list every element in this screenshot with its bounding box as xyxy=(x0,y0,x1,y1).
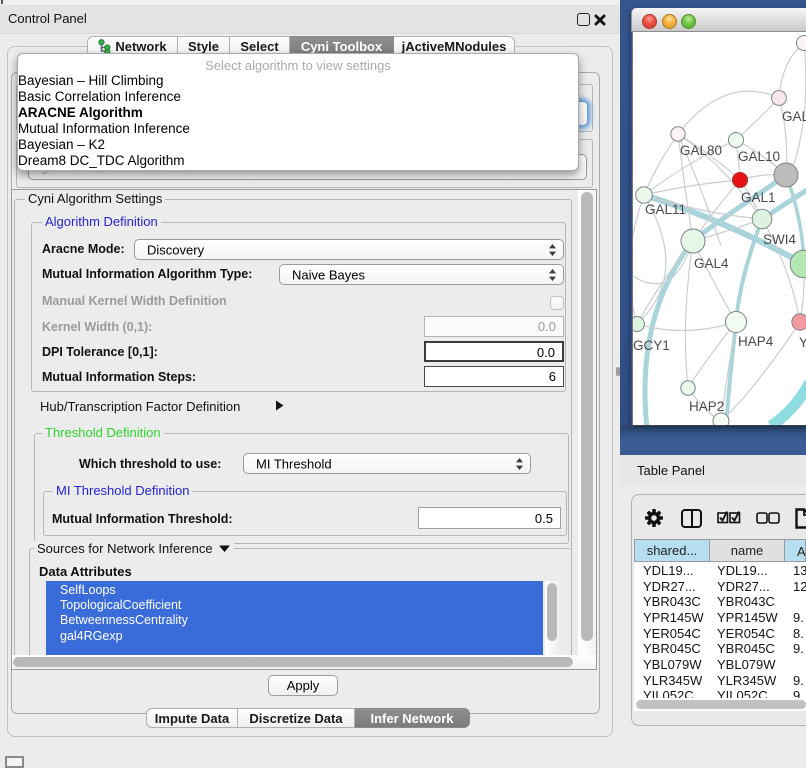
svg-text:SWI4: SWI4 xyxy=(763,232,796,247)
svg-text:GAL11: GAL11 xyxy=(645,202,686,217)
svg-text:GCY1: GCY1 xyxy=(633,338,670,353)
svg-text:GAL: GAL xyxy=(782,109,806,124)
svg-text:HAP4: HAP4 xyxy=(738,334,774,349)
svg-text:GAL10: GAL10 xyxy=(738,149,780,164)
svg-text:GAL1: GAL1 xyxy=(741,190,776,205)
svg-text:Y: Y xyxy=(799,335,806,350)
svg-text:GAL4: GAL4 xyxy=(694,256,729,271)
svg-text:HAP2: HAP2 xyxy=(689,399,724,414)
svg-text:GAL80: GAL80 xyxy=(680,143,722,158)
